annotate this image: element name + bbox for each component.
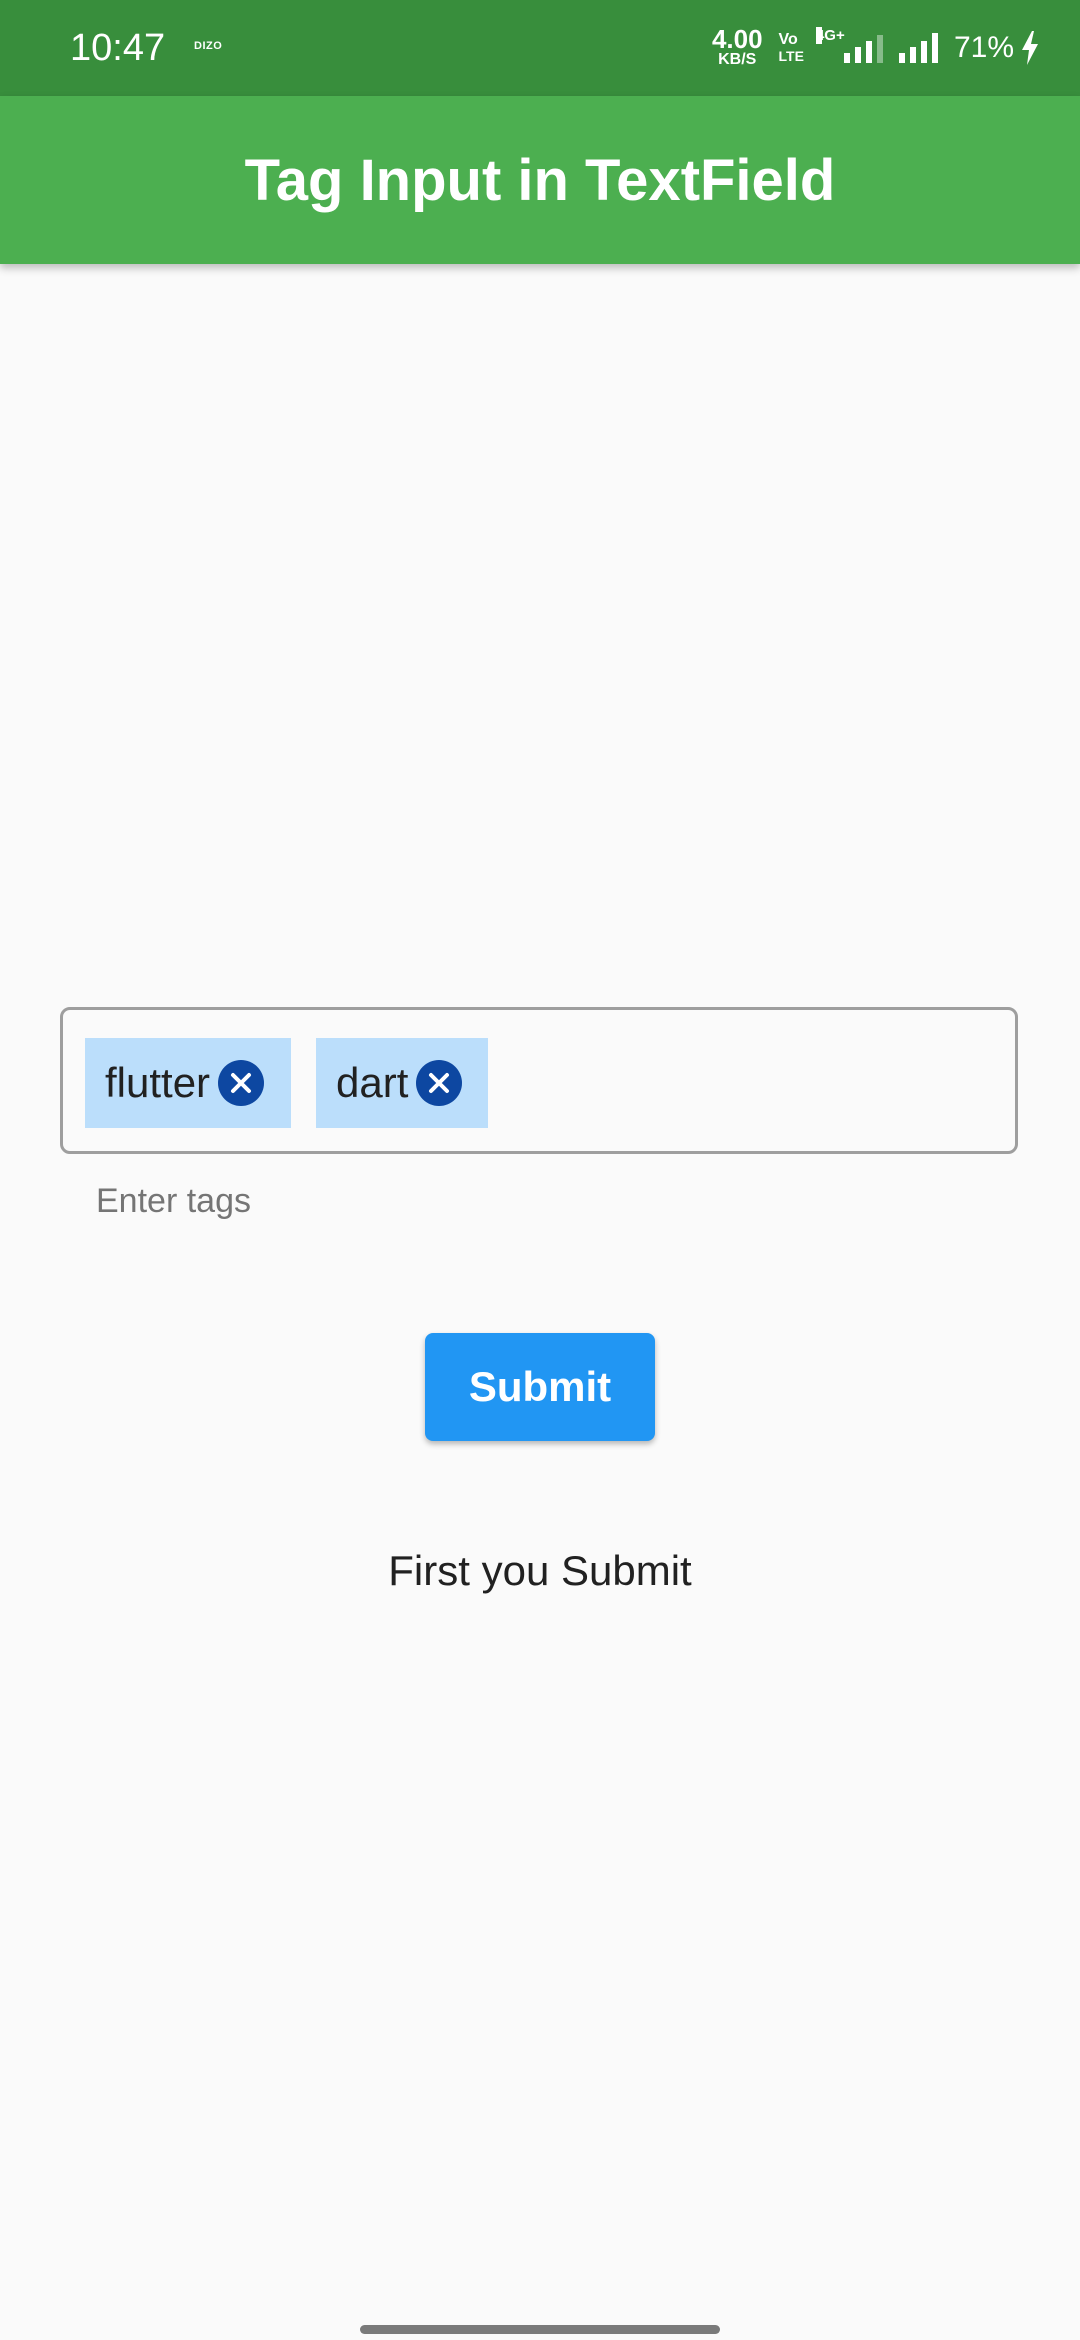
submit-button[interactable]: Submit xyxy=(425,1333,655,1441)
network-speed: 4.00 KB/S xyxy=(711,24,763,69)
network-speed-unit: KB/S xyxy=(718,51,757,68)
tag-chip-flutter: flutter xyxy=(85,1038,291,1128)
charging-icon xyxy=(1022,31,1038,65)
network-4g-signal-icon: 4G+ xyxy=(815,27,883,63)
network-speed-value: 4.00 xyxy=(711,24,763,54)
battery-percentage: 71% xyxy=(953,31,1014,64)
volte-top-label: Vo xyxy=(778,31,798,48)
tag-input-field[interactable]: flutter dart xyxy=(60,1007,1018,1154)
tag-chip-label: dart xyxy=(336,1059,409,1106)
volte-icon: Vo LTE xyxy=(778,31,804,65)
volte-bottom-label: LTE xyxy=(778,48,804,64)
remove-tag-icon[interactable] xyxy=(218,1060,265,1106)
status-time: 10:47 xyxy=(70,27,166,69)
home-indicator[interactable] xyxy=(360,2325,720,2334)
signal-strength-icon xyxy=(898,33,938,63)
app-title: Tag Input in TextField xyxy=(244,147,836,213)
carrier-label: DIZO xyxy=(194,40,223,52)
network-type-label: 4G+ xyxy=(815,27,845,44)
status-bar: 10:47 DIZO 4.00 KB/S Vo LTE 4G+ 71% xyxy=(0,0,1080,96)
tag-chip-dart: dart xyxy=(316,1038,488,1128)
result-text: First you Submit xyxy=(388,1547,692,1594)
status-icons: 4.00 KB/S Vo LTE 4G+ 71% xyxy=(712,24,1040,72)
app-bar: Tag Input in TextField xyxy=(0,96,1080,264)
remove-tag-icon[interactable] xyxy=(416,1060,463,1106)
tag-chip-label: flutter xyxy=(105,1059,211,1106)
tag-helper-text: Enter tags xyxy=(96,1182,251,1220)
